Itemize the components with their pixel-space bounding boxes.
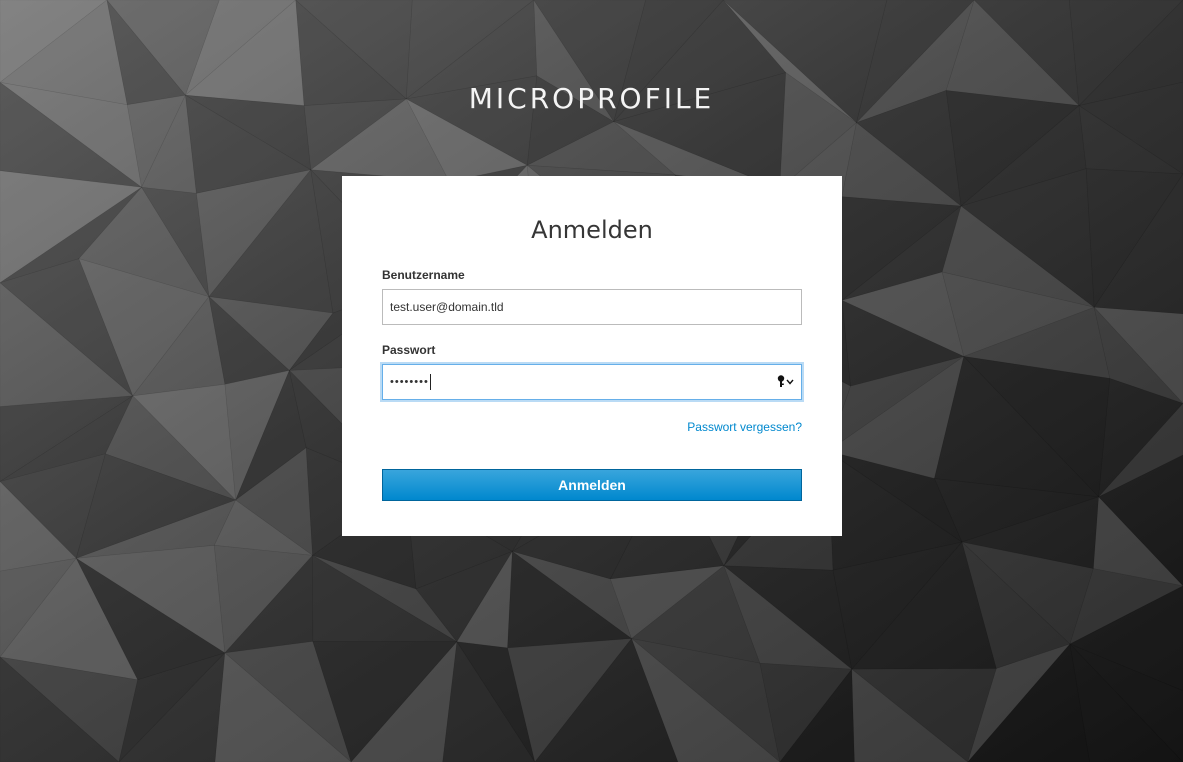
password-label: Passwort: [382, 343, 436, 357]
chevron-down-icon: [786, 379, 794, 385]
username-field[interactable]: test.user@domain.tld: [382, 289, 802, 325]
password-value: ••••••••: [390, 376, 429, 388]
forgot-password-link[interactable]: Passwort vergessen?: [687, 420, 802, 434]
password-manager-button[interactable]: [777, 375, 794, 388]
brand-title: MICROPROFILE: [468, 82, 715, 115]
username-value: test.user@domain.tld: [390, 300, 504, 314]
login-card: Anmelden Benutzername test.user@domain.t…: [342, 176, 842, 536]
login-button[interactable]: Anmelden: [382, 469, 802, 501]
password-field[interactable]: ••••••••: [382, 364, 802, 400]
text-caret: [429, 374, 431, 390]
username-label: Benutzername: [382, 268, 465, 282]
login-heading: Anmelden: [531, 216, 653, 244]
key-icon: [777, 375, 785, 387]
forgot-password-row: Passwort vergessen?: [382, 418, 802, 434]
